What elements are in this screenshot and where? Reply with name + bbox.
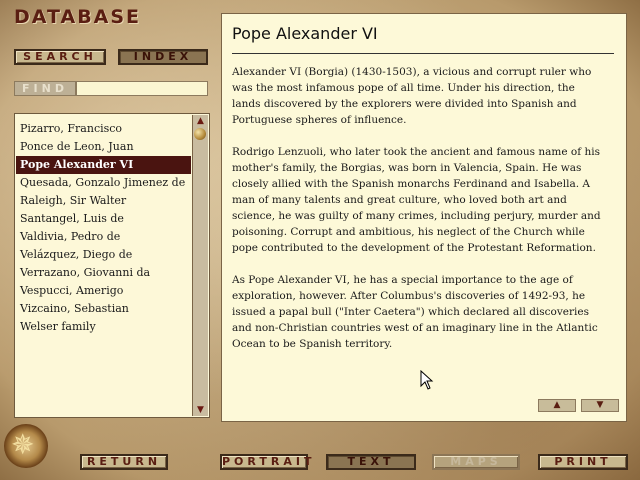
maps-button: MAPS — [432, 454, 520, 470]
list-item[interactable]: Quesada, Gonzalo Jimenez de — [16, 174, 191, 192]
page-up-icon[interactable]: ▲ — [538, 399, 576, 412]
list-item[interactable]: Ponce de Leon, Juan — [16, 138, 191, 156]
scroll-down-icon[interactable]: ▼ — [193, 404, 208, 416]
scroll-thumb[interactable] — [194, 128, 206, 140]
index-list: Pizarro, Francisco Ponce de Leon, Juan Pop… — [14, 113, 210, 418]
list-item[interactable]: Pizarro, Francisco — [16, 120, 191, 138]
list-item[interactable]: Santangel, Luis de — [16, 210, 191, 228]
article-paragraph: Alexander VI (Borgia) (1430-1503), a vic… — [232, 66, 592, 126]
return-button[interactable]: RETURN — [80, 454, 168, 470]
compass-rose-icon: ✵ — [4, 424, 48, 468]
text-button[interactable]: TEXT — [326, 454, 416, 470]
list-item[interactable]: Verrazano, Giovanni da — [16, 264, 191, 282]
article-title: Pope Alexander VI — [232, 24, 378, 43]
article-body: Alexander VI (Borgia) (1430-1503), a vic… — [232, 64, 604, 368]
list-item[interactable]: Vizcaino, Sebastian — [16, 300, 191, 318]
find-button[interactable]: FIND — [14, 81, 76, 96]
list-item[interactable]: Valdivia, Pedro de — [16, 228, 191, 246]
list-item[interactable]: Vespucci, Amerigo — [16, 282, 191, 300]
article-paragraph: As Pope Alexander VI, he has a special i… — [232, 274, 598, 350]
title-divider — [232, 53, 614, 54]
list-item[interactable]: Pope Alexander VI — [16, 156, 191, 174]
index-button[interactable]: INDEX — [118, 49, 208, 65]
index-list-items: Pizarro, Francisco Ponce de Leon, Juan Pop… — [16, 120, 191, 336]
app-title: DATABASE — [14, 6, 142, 28]
article-panel: Pope Alexander VI Alexander VI (Borgia) … — [221, 13, 627, 422]
find-input[interactable] — [76, 81, 208, 96]
compass-star-icon: ✵ — [11, 428, 35, 461]
list-item[interactable]: Raleigh, Sir Walter — [16, 192, 191, 210]
list-item[interactable]: Welser family — [16, 318, 191, 336]
page-down-icon[interactable]: ▼ — [581, 399, 619, 412]
search-button[interactable]: SEARCH — [14, 49, 106, 65]
article-paragraph: Rodrigo Lenzuoli, who later took the anc… — [232, 146, 601, 254]
mouse-cursor-icon — [420, 370, 434, 390]
list-item[interactable]: Velázquez, Diego de — [16, 246, 191, 264]
print-button[interactable]: PRINT — [538, 454, 628, 470]
scroll-up-icon[interactable]: ▲ — [193, 115, 208, 127]
portrait-button[interactable]: PORTRAIT — [220, 454, 311, 470]
scrollbar[interactable]: ▲ ▼ — [192, 115, 208, 416]
